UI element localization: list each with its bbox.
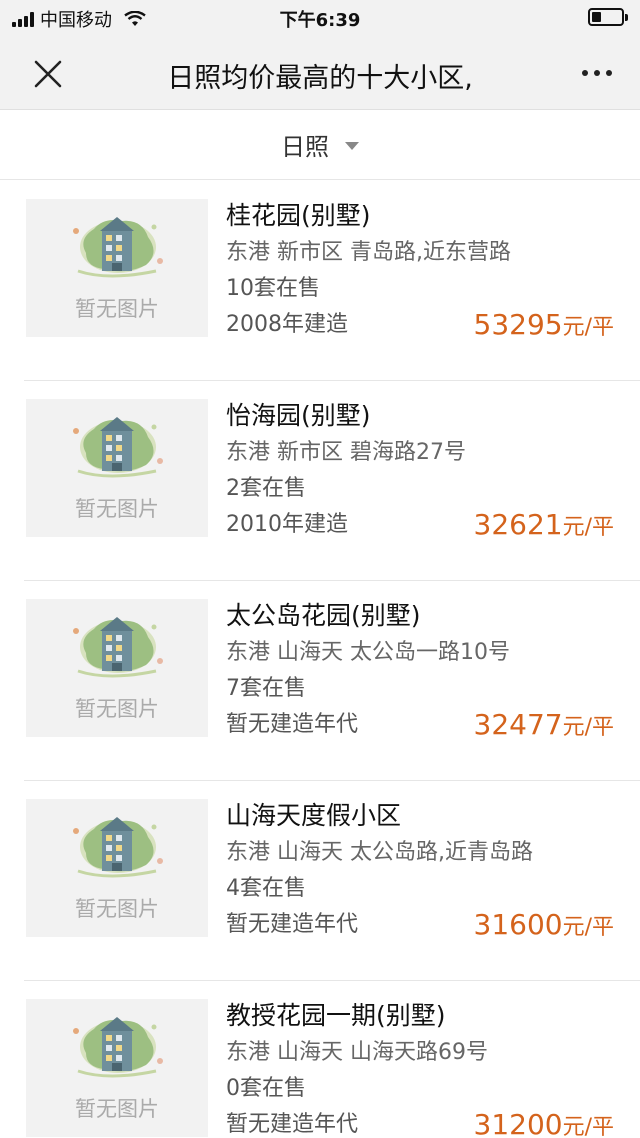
avg-price: 31200元/平 [474, 1107, 615, 1138]
item-info: 桂花园(别墅) 东港 新市区 青岛路,近东营路 10套在售 2008年建造 53… [226, 197, 616, 343]
item-info: 太公岛花园(别墅) 东港 山海天 太公岛一路10号 7套在售 暂无建造年代 32… [226, 597, 616, 743]
community-address: 东港 山海天 太公岛一路10号 [226, 640, 510, 665]
community-address: 东港 山海天 太公岛路,近青岛路 [226, 840, 533, 865]
price-unit: 元/平 [562, 715, 614, 740]
list-item[interactable]: 暂无图片 怡海园(别墅) 东港 新市区 碧海路27号 2套在售 2010年建造 … [24, 381, 640, 581]
placeholder-image: 暂无图片 [26, 199, 208, 337]
price-value: 53295 [473, 308, 563, 341]
price-value: 32621 [473, 508, 563, 541]
no-image-text: 暂无图片 [75, 897, 159, 921]
item-bottom-row: 2010年建造 32621元/平 [226, 507, 616, 543]
status-time: 下午6:39 [279, 10, 361, 31]
units-for-sale: 0套在售 [226, 1076, 306, 1101]
chevron-down-icon [345, 141, 359, 150]
building-placeholder-icon [73, 617, 163, 678]
community-list: 暂无图片 桂花园(别墅) 东港 新市区 青岛路,近东营路 10套在售 2008年… [0, 181, 640, 1138]
item-info: 教授花园一期(别墅) 东港 山海天 山海天路69号 0套在售 暂无建造年代 31… [226, 997, 616, 1138]
units-for-sale: 7套在售 [226, 676, 306, 701]
avg-price: 31600元/平 [474, 907, 615, 947]
building-placeholder-icon [73, 1017, 163, 1078]
no-image-text: 暂无图片 [75, 297, 159, 321]
community-name: 太公岛花园(别墅) [226, 601, 421, 630]
units-for-sale: 2套在售 [226, 476, 306, 501]
list-item[interactable]: 暂无图片 太公岛花园(别墅) 东港 山海天 太公岛一路10号 7套在售 暂无建造… [24, 581, 640, 781]
no-image-text: 暂无图片 [75, 1097, 159, 1121]
item-info: 怡海园(别墅) 东港 新市区 碧海路27号 2套在售 2010年建造 32621… [226, 397, 616, 543]
list-item[interactable]: 暂无图片 山海天度假小区 东港 山海天 太公岛路,近青岛路 4套在售 暂无建造年… [24, 781, 640, 981]
page-title: 日照均价最高的十大小区, [167, 63, 473, 94]
community-address: 东港 山海天 山海天路69号 [226, 1040, 488, 1065]
list-item[interactable]: 暂无图片 桂花园(别墅) 东港 新市区 青岛路,近东营路 10套在售 2008年… [24, 181, 640, 381]
no-image-text: 暂无图片 [75, 497, 159, 521]
avg-price: 32621元/平 [474, 507, 615, 547]
price-unit: 元/平 [562, 1115, 614, 1138]
price-value: 32477 [473, 708, 563, 741]
filter-dropdown[interactable]: 日照 [0, 110, 640, 180]
no-image-text: 暂无图片 [75, 697, 159, 721]
item-bottom-row: 2008年建造 53295元/平 [226, 307, 616, 343]
community-name: 山海天度假小区 [226, 801, 402, 830]
community-address: 东港 新市区 碧海路27号 [226, 440, 466, 465]
building-placeholder-icon [73, 217, 163, 278]
building-placeholder-icon [73, 817, 163, 878]
price-value: 31600 [473, 908, 563, 941]
placeholder-image: 暂无图片 [26, 799, 208, 937]
list-item[interactable]: 暂无图片 教授花园一期(别墅) 东港 山海天 山海天路69号 0套在售 暂无建造… [24, 981, 640, 1138]
status-bar: 中国移动 下午6:39 [0, 0, 640, 36]
more-icon[interactable] [582, 70, 612, 76]
placeholder-image: 暂无图片 [26, 599, 208, 737]
item-bottom-row: 暂无建造年代 31600元/平 [226, 907, 616, 943]
community-name: 怡海园(别墅) [226, 401, 371, 430]
battery-icon [588, 8, 628, 26]
price-unit: 元/平 [562, 915, 614, 940]
price-unit: 元/平 [562, 315, 614, 340]
close-icon[interactable] [28, 54, 68, 94]
avg-price: 53295元/平 [474, 307, 615, 347]
price-unit: 元/平 [562, 515, 614, 540]
building-placeholder-icon [73, 417, 163, 478]
units-for-sale: 4套在售 [226, 876, 306, 901]
item-bottom-row: 暂无建造年代 31200元/平 [226, 1107, 616, 1138]
item-bottom-row: 暂无建造年代 32477元/平 [226, 707, 616, 743]
placeholder-image: 暂无图片 [26, 399, 208, 537]
filter-label: 日照 [281, 133, 329, 161]
item-info: 山海天度假小区 东港 山海天 太公岛路,近青岛路 4套在售 暂无建造年代 316… [226, 797, 616, 943]
community-name: 教授花园一期(别墅) [226, 1001, 446, 1030]
nav-bar: 日照均价最高的十大小区, [0, 36, 640, 110]
community-address: 东港 新市区 青岛路,近东营路 [226, 240, 511, 265]
price-value: 31200 [473, 1108, 563, 1138]
units-for-sale: 10套在售 [226, 276, 320, 301]
community-name: 桂花园(别墅) [226, 201, 371, 230]
avg-price: 32477元/平 [474, 707, 615, 747]
placeholder-image: 暂无图片 [26, 999, 208, 1137]
